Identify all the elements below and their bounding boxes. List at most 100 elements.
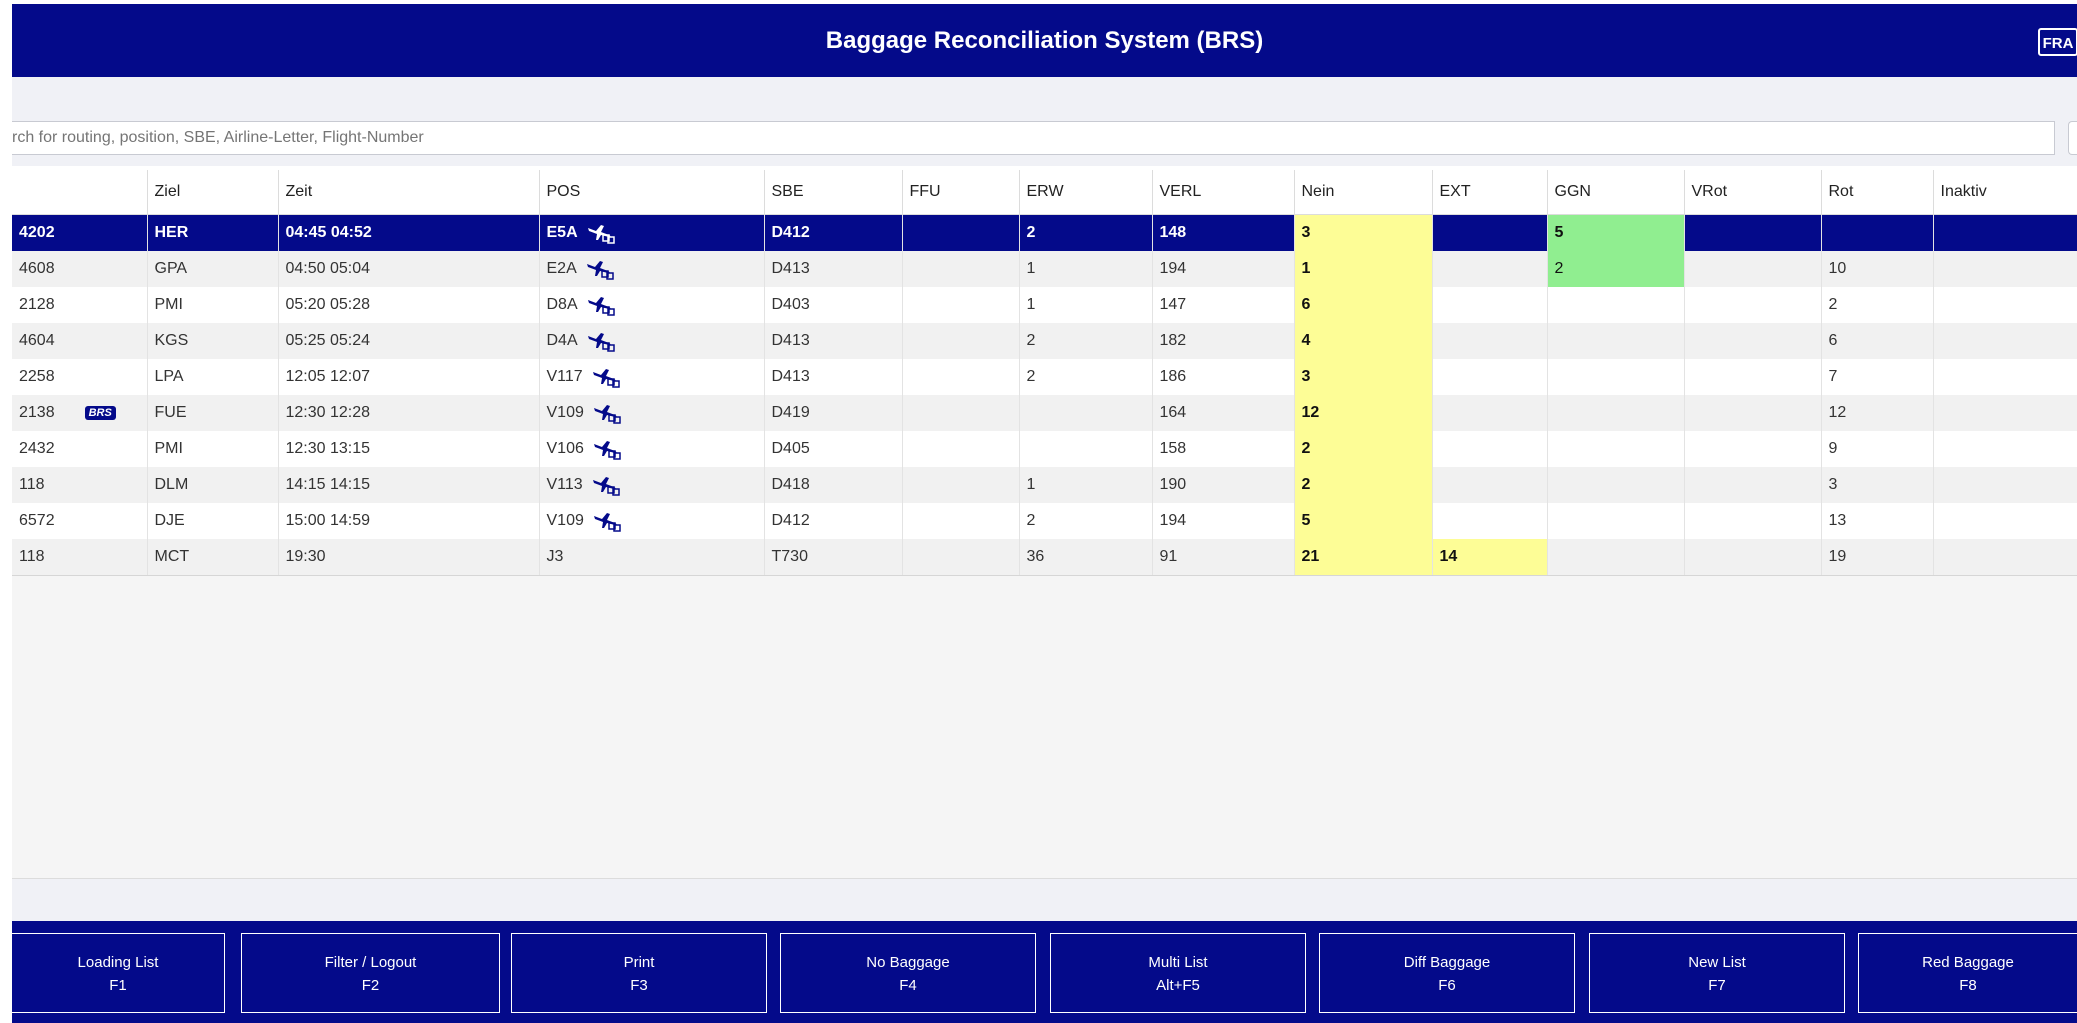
app-header: Baggage Reconciliation System (BRS) FRA <box>12 4 2077 77</box>
status-strip <box>12 878 2077 922</box>
column-header[interactable]: Zeit <box>278 170 540 215</box>
cell-ggn: 5 <box>1547 214 1685 251</box>
column-header[interactable]: Inaktiv <box>1933 170 2077 215</box>
table-row[interactable]: 2128 PMI 05:20 05:28 D8A D403 1 147 6 2 <box>12 287 2077 323</box>
cell-ffu <box>902 323 1020 359</box>
cell-flight: 4202 <box>12 214 148 251</box>
cell-pos: V106 <box>539 431 765 467</box>
table-row[interactable]: 2138 BRS FUE 12:30 12:28 V109 D419 164 12 12 <box>12 395 2077 431</box>
loading-aircraft-icon[interactable] <box>592 438 622 460</box>
column-header[interactable]: EXT <box>1432 170 1548 215</box>
cell-text: DJE <box>154 512 185 529</box>
search-button[interactable] <box>2068 121 2077 155</box>
cell-pos: E5A <box>539 214 765 251</box>
cell-text: 19 <box>1828 548 1847 565</box>
function-key-bar: Loading List F1 Filter / Logout F2 Print F3 No… <box>12 921 2077 1023</box>
cell-sbe: D405 <box>764 431 903 467</box>
column-header[interactable]: Ziel <box>147 170 279 215</box>
loading-aircraft-icon[interactable] <box>592 510 622 532</box>
cell-ziel: LPA <box>147 359 279 395</box>
cell-text: 5 <box>1301 512 1311 529</box>
cell-text: D403 <box>771 296 810 313</box>
brs-tag: BRS <box>84 405 116 420</box>
cell-vrot <box>1684 503 1822 539</box>
search-row <box>12 120 2077 166</box>
cell-text: 147 <box>1159 296 1187 313</box>
column-header[interactable]: VERL <box>1152 170 1295 215</box>
cell-verl: 194 <box>1152 251 1295 287</box>
function-key-button[interactable]: No Baggage F4 <box>780 933 1036 1013</box>
cell-text: 12 <box>1828 404 1847 421</box>
cell-text: 91 <box>1159 548 1178 565</box>
cell-erw: 36 <box>1019 539 1153 576</box>
cell-zeit: 15:00 14:59 <box>278 503 540 539</box>
cell-vrot <box>1684 395 1822 431</box>
function-key-button[interactable]: Diff Baggage F6 <box>1319 933 1575 1013</box>
table-row[interactable]: 118 MCT 19:30 J3 T730 36 91 21 14 19 <box>12 539 2077 576</box>
cell-text: 4 <box>1301 332 1311 349</box>
table-row[interactable]: 2432 PMI 12:30 13:15 V106 D405 158 2 9 <box>12 431 2077 467</box>
table-row[interactable]: 4604 KGS 05:25 05:24 D4A D413 2 182 4 6 <box>12 323 2077 359</box>
cell-text: 12:05 12:07 <box>285 368 371 385</box>
cell-text: J3 <box>546 548 564 565</box>
column-header[interactable]: ERW <box>1019 170 1153 215</box>
loading-aircraft-icon[interactable] <box>585 258 615 280</box>
cell-rot: 9 <box>1821 431 1934 467</box>
cell-ext <box>1432 251 1548 287</box>
function-key-button[interactable]: Filter / Logout F2 <box>241 933 500 1013</box>
cell-vrot <box>1684 287 1822 323</box>
cell-flight: 2128 <box>12 287 148 323</box>
cell-text: 2138 <box>19 404 55 421</box>
loading-aircraft-icon[interactable] <box>591 366 621 388</box>
column-header[interactable] <box>12 170 148 215</box>
cell-rot: 13 <box>1821 503 1934 539</box>
column-header[interactable]: POS <box>539 170 765 215</box>
function-key-button[interactable]: Print F3 <box>511 933 767 1013</box>
cell-ffu <box>902 251 1020 287</box>
cell-verl: 158 <box>1152 431 1295 467</box>
table-row[interactable]: 6572 DJE 15:00 14:59 V109 D412 2 194 5 13 <box>12 503 2077 539</box>
cell-text: 9 <box>1828 440 1838 457</box>
table-row[interactable]: 118 DLM 14:15 14:15 V113 D418 1 190 2 3 <box>12 467 2077 503</box>
cell-ziel: KGS <box>147 323 279 359</box>
cell-text: D8A <box>546 296 578 314</box>
search-input[interactable] <box>12 121 2055 155</box>
table-header-row: Ziel Zeit POS SBE FFU ERW VERL Nein EXT GGN VRot Ro… <box>12 170 2077 215</box>
cell-text: V113 <box>546 476 583 494</box>
cell-vrot <box>1684 323 1822 359</box>
loading-aircraft-icon[interactable] <box>592 402 622 424</box>
loading-aircraft-icon[interactable] <box>586 294 616 316</box>
table-row[interactable]: 4608 GPA 04:50 05:04 E2A D413 1 194 1 2 10 <box>12 251 2077 287</box>
cell-text: 36 <box>1026 548 1045 565</box>
cell-pos: J3 <box>539 539 765 576</box>
column-header[interactable]: Rot <box>1821 170 1934 215</box>
cell-verl: 91 <box>1152 539 1295 576</box>
column-header[interactable]: FFU <box>902 170 1020 215</box>
cell-sbe: D403 <box>764 287 903 323</box>
column-header[interactable]: GGN <box>1547 170 1685 215</box>
loading-aircraft-icon[interactable] <box>586 222 616 244</box>
column-header[interactable]: Nein <box>1294 170 1433 215</box>
cell-nein: 3 <box>1294 359 1433 395</box>
function-key-shortcut: Alt+F5 <box>1156 977 1200 994</box>
cell-pos: V113 <box>539 467 765 503</box>
loading-aircraft-icon[interactable] <box>586 330 616 352</box>
table-row[interactable]: 4202 HER 04:45 04:52 E5A D412 2 148 3 5 <box>12 214 2077 251</box>
cell-rot: 6 <box>1821 323 1934 359</box>
station-badge[interactable]: FRA <box>2038 28 2077 56</box>
cell-text: 2 <box>1026 224 1036 241</box>
cell-text: PMI <box>154 296 183 313</box>
cell-inaktiv <box>1933 467 2077 503</box>
function-key-button[interactable]: New List F7 <box>1589 933 1845 1013</box>
cell-text: 2128 <box>19 296 55 313</box>
table-row[interactable]: 2258 LPA 12:05 12:07 V117 D413 2 186 3 7 <box>12 359 2077 395</box>
column-header[interactable]: SBE <box>764 170 903 215</box>
cell-inaktiv <box>1933 323 2077 359</box>
function-key-button[interactable]: Red Baggage F8 <box>1858 933 2077 1013</box>
cell-nein: 5 <box>1294 503 1433 539</box>
loading-aircraft-icon[interactable] <box>591 474 621 496</box>
cell-text: 186 <box>1159 368 1187 385</box>
function-key-button[interactable]: Loading List F1 <box>12 933 225 1013</box>
function-key-button[interactable]: Multi List Alt+F5 <box>1050 933 1306 1013</box>
column-header[interactable]: VRot <box>1684 170 1822 215</box>
